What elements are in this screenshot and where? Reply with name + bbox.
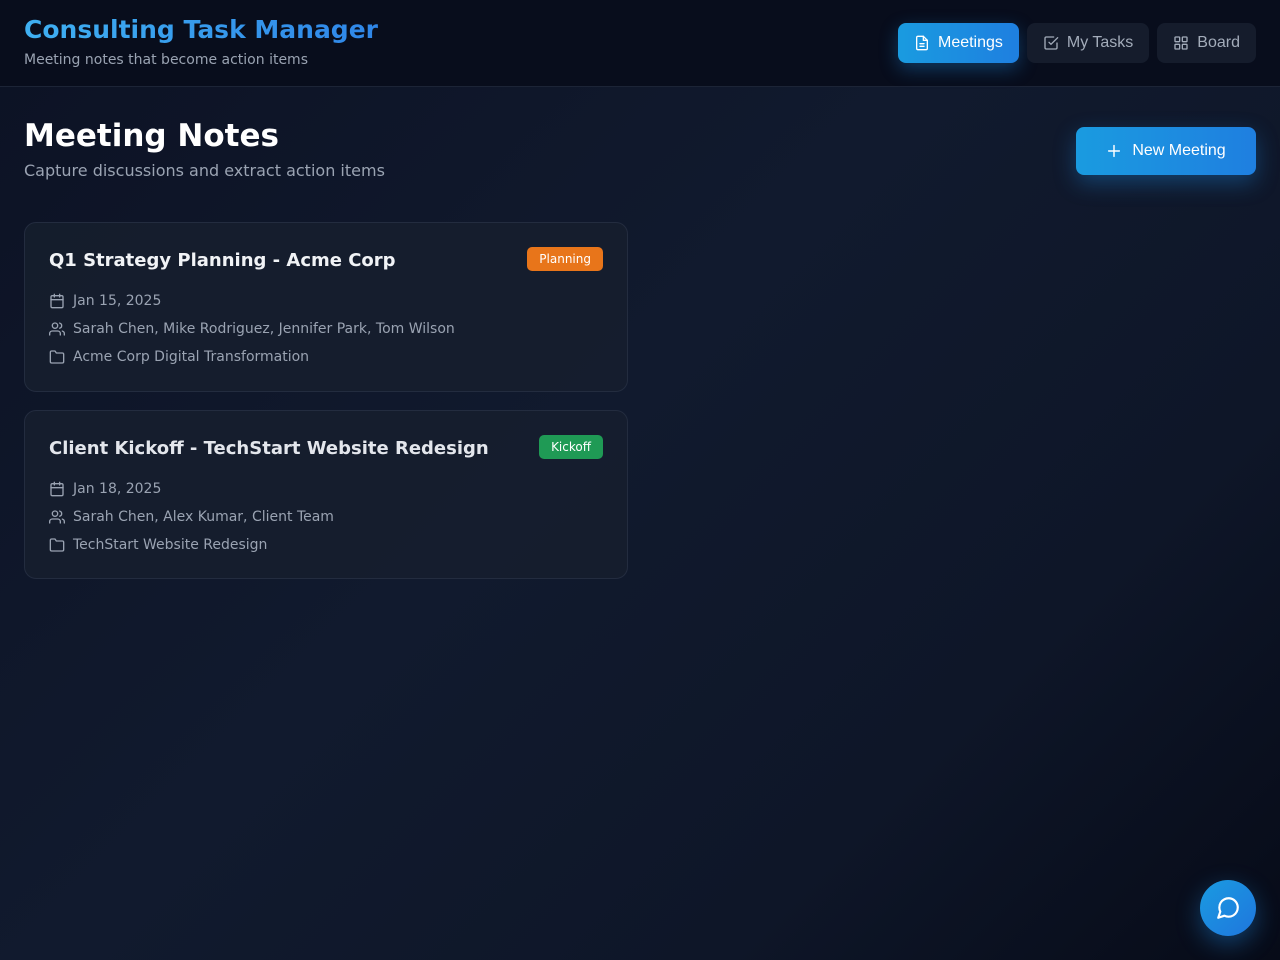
top-bar: Consulting Task Manager Meeting notes th… <box>0 0 1280 87</box>
meeting-title: Client Kickoff - TechStart Website Redes… <box>49 438 489 459</box>
meeting-attendees-text: Sarah Chen, Mike Rodriguez, Jennifer Par… <box>73 321 455 337</box>
nav-board-label: Board <box>1197 34 1240 51</box>
meeting-type-badge: Planning <box>527 247 603 271</box>
new-meeting-button[interactable]: New Meeting <box>1076 127 1256 175</box>
nav-my-tasks-label: My Tasks <box>1066 34 1134 51</box>
chat-bubble-icon <box>1217 897 1239 919</box>
meeting-date: Jan 18, 2025 <box>49 481 161 497</box>
page-title: Meeting Notes <box>24 118 279 154</box>
grid-icon <box>1174 36 1188 50</box>
meeting-project-text: Acme Corp Digital Transformation <box>73 349 310 365</box>
document-icon <box>915 35 928 51</box>
calendar-icon <box>50 481 64 497</box>
users-icon <box>49 322 65 336</box>
folder-icon <box>49 538 65 552</box>
chat-button[interactable] <box>1200 880 1256 936</box>
meeting-attendees-text: Sarah Chen, Alex Kumar, Client Team <box>73 509 334 525</box>
nav-meetings-button[interactable]: Meetings <box>897 23 1019 63</box>
meeting-attendees: Sarah Chen, Alex Kumar, Client Team <box>49 509 334 525</box>
meeting-card[interactable]: Client Kickoff - TechStart Website Redes… <box>24 410 628 579</box>
page-subtitle: Capture discussions and extract action i… <box>24 161 385 180</box>
app-title: Consulting Task Manager <box>24 15 378 44</box>
meeting-date-text: Jan 18, 2025 <box>73 481 162 497</box>
new-meeting-label: New Meeting <box>1132 142 1226 159</box>
meeting-project-text: TechStart Website Redesign <box>73 537 268 553</box>
meeting-title: Q1 Strategy Planning - Acme Corp <box>49 250 396 271</box>
nav-meetings-label: Meetings <box>937 34 1003 51</box>
checkbox-icon <box>1044 36 1059 50</box>
meeting-date: Jan 15, 2025 <box>49 293 161 309</box>
meeting-card[interactable]: Q1 Strategy Planning - Acme Corp Plannin… <box>24 222 628 392</box>
meeting-project: Acme Corp Digital Transformation <box>49 349 309 365</box>
plus-icon <box>1108 144 1121 158</box>
meeting-type-badge: Kickoff <box>539 435 603 459</box>
users-icon <box>49 510 65 524</box>
app-subtitle: Meeting notes that become action items <box>24 52 308 68</box>
folder-icon <box>49 350 65 364</box>
calendar-icon <box>50 293 64 309</box>
meeting-project: TechStart Website Redesign <box>49 537 267 553</box>
nav-my-tasks-button[interactable]: My Tasks <box>1026 23 1150 63</box>
meeting-date-text: Jan 15, 2025 <box>73 293 162 309</box>
meeting-attendees: Sarah Chen, Mike Rodriguez, Jennifer Par… <box>49 321 455 337</box>
main-nav: Meetings My Tasks Board <box>897 23 1256 63</box>
nav-board-button[interactable]: Board <box>1157 23 1256 63</box>
